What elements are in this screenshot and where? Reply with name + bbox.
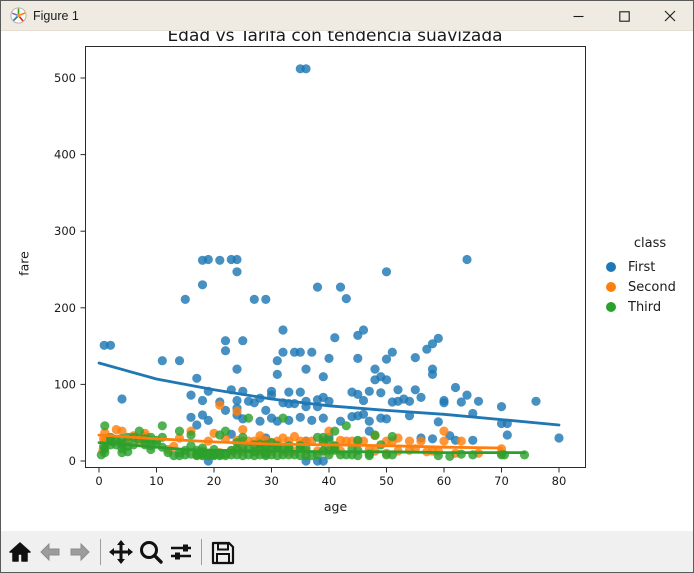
legend-item-first: First	[599, 257, 693, 277]
svg-text:0: 0	[95, 474, 102, 488]
svg-text:60: 60	[437, 474, 452, 488]
back-arrow-icon	[38, 540, 62, 564]
svg-text:500: 500	[54, 71, 76, 85]
legend-item-third: Third	[599, 297, 693, 317]
matplotlib-logo-icon	[10, 7, 27, 24]
minimize-icon	[573, 11, 584, 22]
svg-text:100: 100	[54, 377, 76, 391]
legend-label-third: Third	[628, 300, 661, 315]
legend-marker-second-icon	[606, 282, 616, 292]
svg-text:30: 30	[264, 474, 279, 488]
svg-text:0: 0	[69, 454, 76, 468]
svg-text:40: 40	[322, 474, 337, 488]
close-button[interactable]	[647, 1, 693, 31]
home-icon	[8, 540, 32, 564]
legend-title: class	[599, 236, 693, 251]
navigation-toolbar	[1, 531, 693, 573]
home-button[interactable]	[5, 536, 35, 568]
figure-window: Figure 1 Edad vs Tarifa con tendencia su…	[0, 0, 694, 573]
svg-text:50: 50	[379, 474, 394, 488]
maximize-icon	[619, 11, 630, 22]
svg-text:70: 70	[494, 474, 509, 488]
forward-button[interactable]	[65, 536, 95, 568]
maximize-button[interactable]	[601, 1, 647, 31]
svg-text:10: 10	[149, 474, 164, 488]
legend-marker-first-icon	[606, 262, 616, 272]
close-icon	[664, 10, 676, 22]
back-button[interactable]	[35, 536, 65, 568]
figure-canvas[interactable]: Edad vs Tarifa con tendencia suavizada 0…	[1, 31, 694, 531]
toolbar-separator	[201, 539, 202, 565]
legend: class First Second Third	[599, 236, 693, 317]
svg-text:20: 20	[207, 474, 222, 488]
x-axis-label: age	[85, 499, 586, 514]
toolbar-separator	[100, 539, 101, 565]
zoom-button[interactable]	[136, 536, 166, 568]
forward-arrow-icon	[68, 540, 92, 564]
titlebar[interactable]: Figure 1	[1, 1, 693, 31]
minimize-button[interactable]	[555, 1, 601, 31]
configure-subplots-button[interactable]	[166, 536, 196, 568]
sliders-icon	[168, 539, 194, 565]
pan-button[interactable]	[106, 536, 136, 568]
svg-text:80: 80	[552, 474, 567, 488]
svg-text:400: 400	[54, 148, 76, 162]
window-title: Figure 1	[33, 9, 79, 23]
legend-label-second: Second	[628, 280, 676, 295]
legend-label-first: First	[628, 260, 655, 275]
plot-svg: 0 10 20 30 40 50 60 70 80 0 100 200 300 400 500	[1, 31, 694, 531]
zoom-magnifier-icon	[138, 539, 164, 565]
save-button[interactable]	[207, 536, 237, 568]
svg-text:200: 200	[54, 301, 76, 315]
legend-marker-third-icon	[606, 302, 616, 312]
svg-text:300: 300	[54, 224, 76, 238]
y-axis-label: fare	[17, 249, 32, 279]
legend-item-second: Second	[599, 277, 693, 297]
pan-move-icon	[108, 539, 134, 565]
save-floppy-icon	[210, 540, 235, 565]
